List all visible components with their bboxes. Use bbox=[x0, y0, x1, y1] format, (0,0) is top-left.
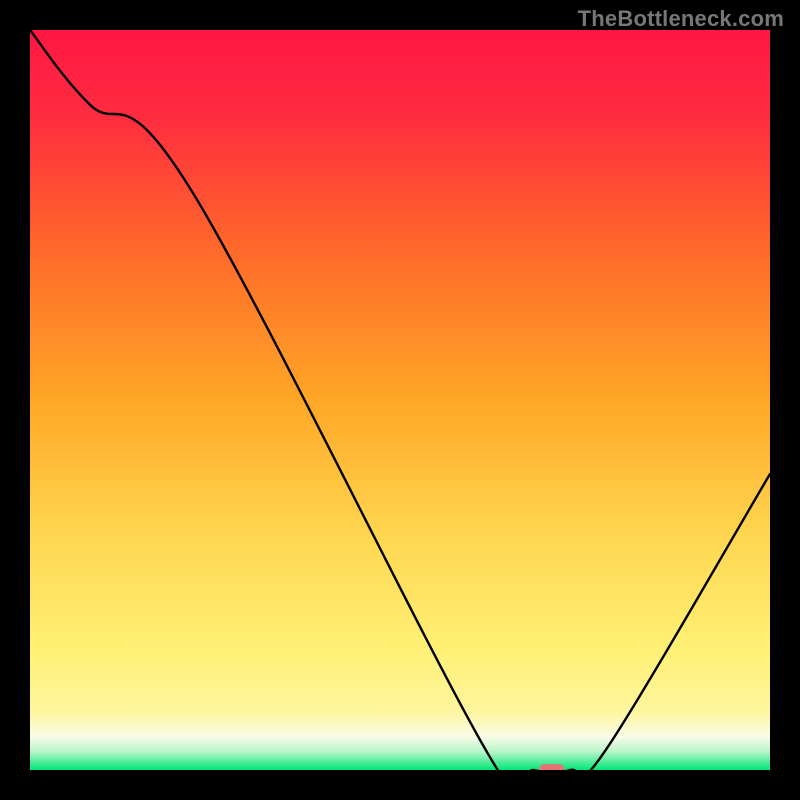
chart-frame: TheBottleneck.com bbox=[0, 0, 800, 800]
optimal-marker bbox=[539, 764, 565, 770]
gradient-background bbox=[30, 30, 770, 770]
watermark-label: TheBottleneck.com bbox=[578, 6, 784, 32]
plot-area bbox=[30, 30, 770, 770]
chart-svg bbox=[30, 30, 770, 770]
